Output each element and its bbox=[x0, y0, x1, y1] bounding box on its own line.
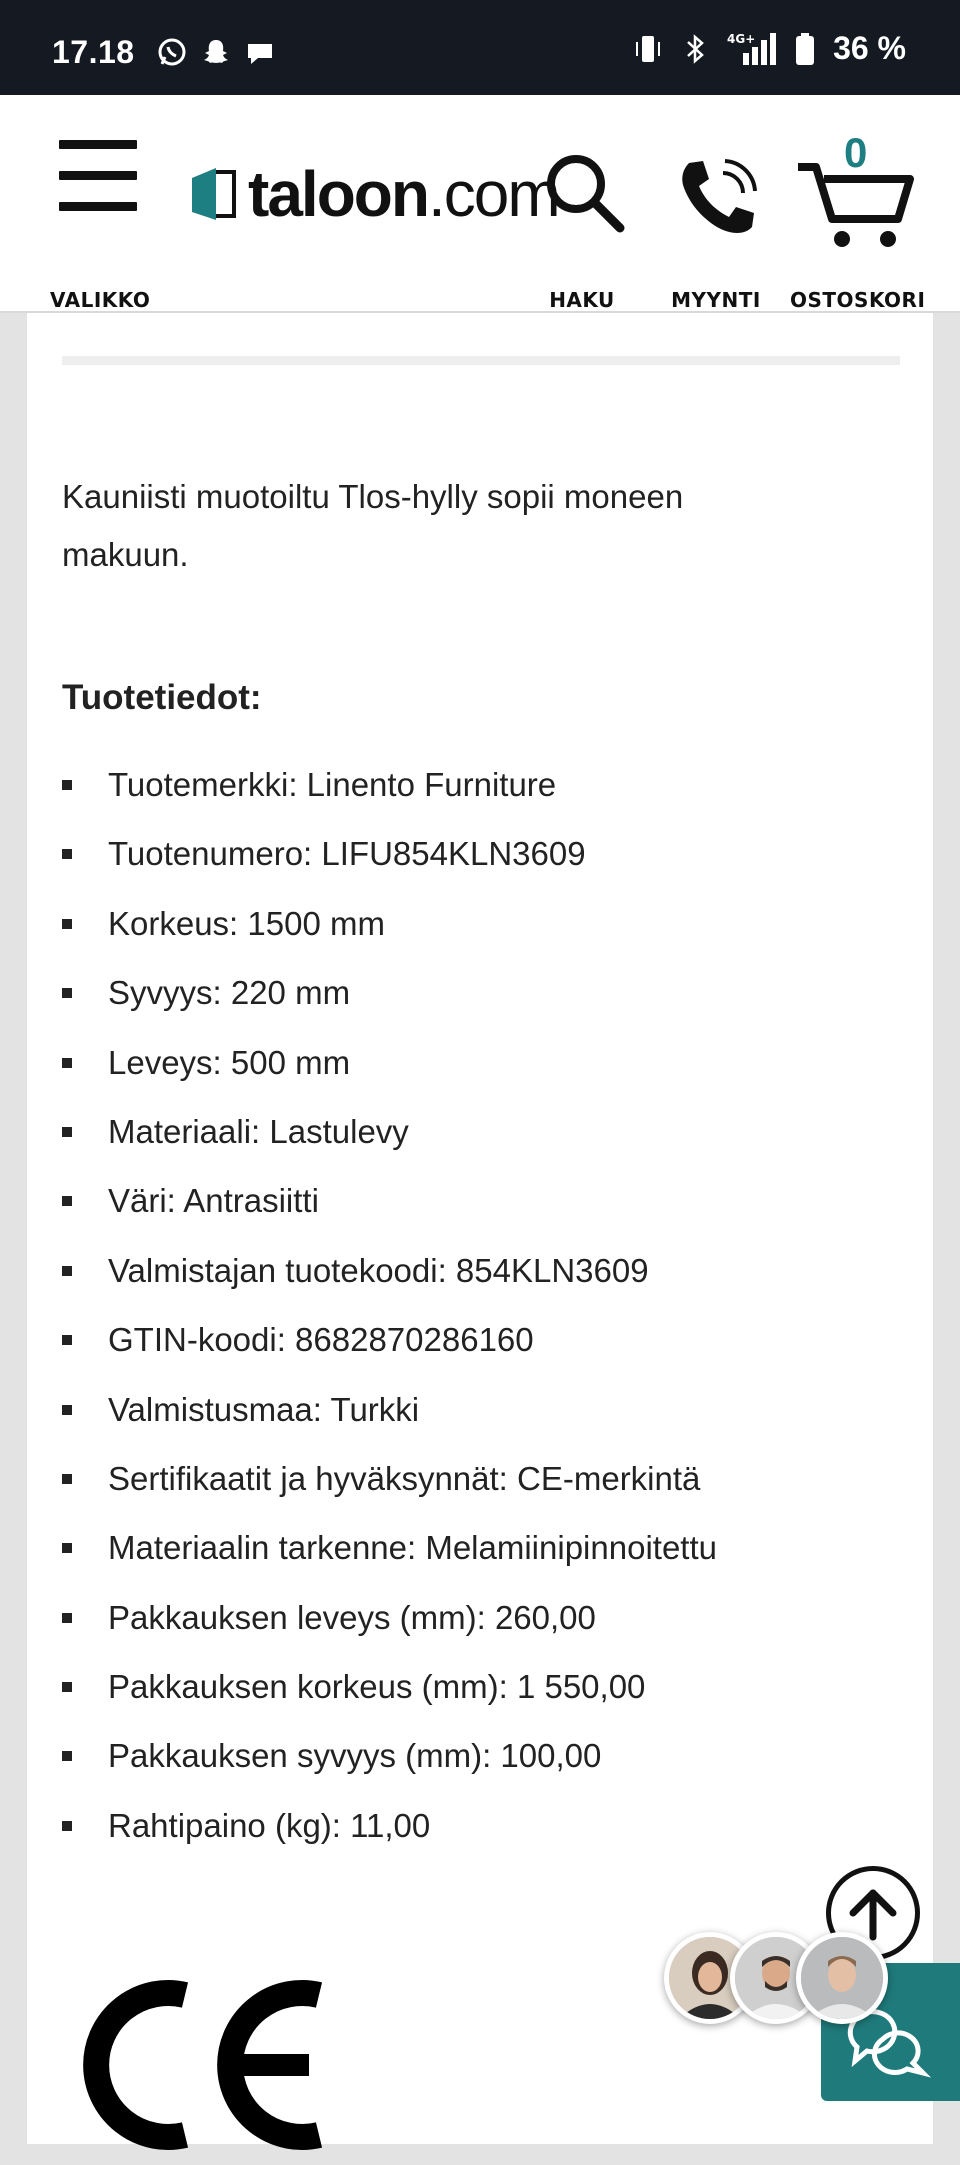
message-icon bbox=[248, 44, 272, 64]
phone-icon bbox=[682, 159, 757, 233]
search-icon bbox=[546, 155, 624, 233]
list-item: Tuotenumero: LIFU854KLN3609 bbox=[62, 832, 717, 901]
list-item: Pakkauksen korkeus (mm): 1 550,00 bbox=[62, 1665, 717, 1734]
product-details-heading: Tuotetiedot: bbox=[62, 678, 262, 717]
search-button[interactable]: HAKU bbox=[534, 150, 630, 312]
menu-button[interactable]: VALIKKO bbox=[50, 140, 150, 312]
product-specs-list: Tuotemerkki: Linento Furniture Tuotenume… bbox=[62, 763, 717, 1873]
sales-label: MYYNTI bbox=[671, 288, 761, 312]
signal-icon: 4G+ bbox=[727, 32, 777, 65]
list-item: Leveys: 500 mm bbox=[62, 1041, 717, 1110]
product-description-card: Kauniisti muotoiltu Tlos-hylly sopii mon… bbox=[27, 313, 933, 2150]
ce-mark-icon bbox=[83, 1980, 323, 2150]
search-label: HAKU bbox=[549, 288, 615, 312]
site-header: VALIKKO taloon.com HAKU MYYNTI 0 OSTOSKO… bbox=[0, 95, 960, 313]
list-item: Väri: Antrasiitti bbox=[62, 1179, 717, 1248]
snapchat-icon bbox=[204, 40, 228, 63]
hamburger-icon bbox=[50, 140, 146, 211]
list-item: Syvyys: 220 mm bbox=[62, 971, 717, 1040]
cart-button[interactable]: 0 OSTOSKORI bbox=[790, 129, 925, 312]
vibrate-icon bbox=[636, 35, 661, 62]
cart-label: OSTOSKORI bbox=[790, 288, 926, 312]
list-item: Materiaalin tarkenne: Melamiinipinnoitet… bbox=[62, 1526, 717, 1595]
list-item: Pakkauksen leveys (mm): 260,00 bbox=[62, 1596, 717, 1665]
cart-count-badge: 0 bbox=[844, 129, 868, 176]
list-item: Pakkauksen syvyys (mm): 100,00 bbox=[62, 1734, 717, 1803]
list-item: GTIN-koodi: 8682870286160 bbox=[62, 1318, 717, 1387]
list-item: Korkeus: 1500 mm bbox=[62, 902, 717, 971]
whatsapp-icon bbox=[158, 38, 186, 66]
avatar bbox=[796, 1932, 888, 2024]
list-item: Rahtipaino (kg): 11,00 bbox=[62, 1804, 717, 1873]
battery-icon bbox=[796, 32, 815, 65]
status-time: 17.18 bbox=[52, 34, 135, 70]
bluetooth-icon bbox=[687, 33, 704, 64]
list-item: Sertifikaatit ja hyväksynnät: CE-merkint… bbox=[62, 1457, 717, 1526]
list-item: Tuotemerkki: Linento Furniture bbox=[62, 763, 717, 832]
logo-door-icon bbox=[192, 168, 236, 220]
site-logo[interactable]: taloon.com bbox=[190, 157, 561, 231]
menu-label: VALIKKO bbox=[50, 288, 151, 312]
system-icons: 4G+ 36 % bbox=[631, 30, 906, 67]
sales-phone-button[interactable]: MYYNTI bbox=[668, 155, 764, 312]
logo-text: taloon.com bbox=[248, 158, 561, 230]
notification-icons bbox=[156, 36, 276, 68]
list-item: Materiaali: Lastulevy bbox=[62, 1110, 717, 1179]
battery-level: 36 % bbox=[833, 30, 906, 66]
section-divider bbox=[62, 356, 900, 365]
list-item: Valmistajan tuotekoodi: 854KLN3609 bbox=[62, 1249, 717, 1318]
list-item: Valmistusmaa: Turkki bbox=[62, 1388, 717, 1457]
svg-text:4G+: 4G+ bbox=[727, 32, 755, 46]
status-bar: 17.18 4G+ 36 % bbox=[0, 0, 960, 95]
chat-agents-avatars[interactable] bbox=[664, 1932, 896, 2024]
product-intro-text: Kauniisti muotoiltu Tlos-hylly sopii mon… bbox=[62, 478, 684, 573]
